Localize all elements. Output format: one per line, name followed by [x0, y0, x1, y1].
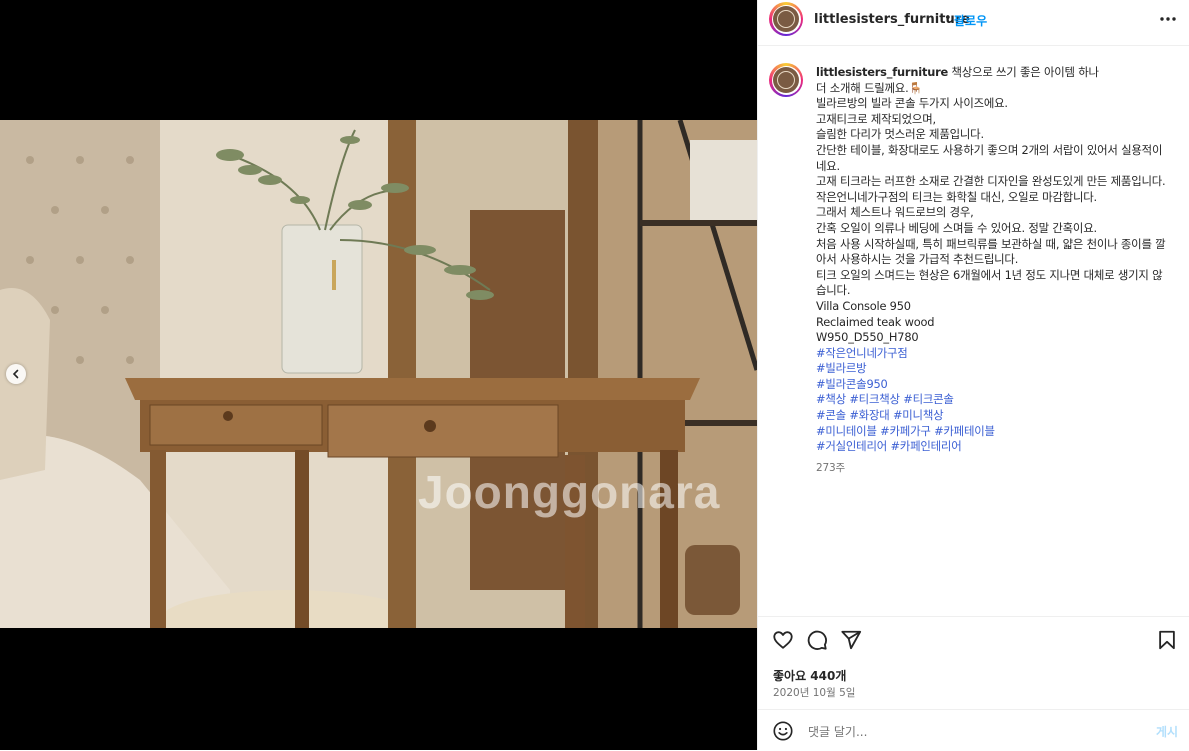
console-table-photo — [0, 120, 757, 628]
caption-line: 빌라르방의 빌라 콘솔 두가지 사이즈에요. — [816, 96, 1008, 111]
hashtag-link[interactable]: #화장대 — [849, 408, 889, 422]
more-horizontal-icon[interactable] — [1158, 12, 1178, 26]
hashtag-link[interactable]: #빌라콘솔950 — [816, 377, 888, 391]
caption-line: 고재티크로 제작되었으며, — [816, 111, 936, 126]
hashtag-link[interactable]: #카페가구 — [880, 424, 931, 438]
hashtag-link[interactable]: #미니책상 — [893, 408, 944, 422]
hashtag-row: #책상 #티크책상 #티크콘솔 — [816, 392, 1168, 408]
watermark-text: Joonggonara — [418, 466, 721, 518]
hashtag-row: #빌라콘솔950 — [816, 377, 1168, 393]
comment-bar: 게시 — [758, 709, 1189, 751]
bookmark-icon[interactable] — [1156, 629, 1178, 651]
likes-count[interactable]: 좋아요 440개 — [773, 667, 846, 684]
hashtag-link[interactable]: #책상 — [816, 392, 846, 406]
post-photo: Joonggonara — [0, 120, 757, 628]
emoji-icon[interactable] — [772, 720, 794, 742]
post-header: littlesisters_furniture • 팔로우 — [758, 0, 1189, 46]
post-media: Joonggonara — [0, 0, 757, 750]
post-actions: 좋아요 440개 2020년 10월 5일 게시 — [758, 616, 1189, 750]
caption-line: 간단한 테이블, 화장대로도 사용하기 좋으며 2개의 서랍이 있어서 실용적이… — [816, 142, 1163, 173]
caption-line: 더 소개해 드릴께요.🪑 — [816, 80, 923, 95]
hashtag-row: #콘솔 #화장대 #미니책상 — [816, 408, 1168, 424]
caption-section: littlesisters_furniture 책상으로 쓰기 좋은 아이템 하… — [758, 46, 1189, 616]
caption-body: 더 소개해 드릴께요.🪑 빌라르방의 빌라 콘솔 두가지 사이즈에요. 고재티크로 … — [816, 81, 1168, 346]
post-caption: littlesisters_furniture 책상으로 쓰기 좋은 아이템 하… — [816, 65, 1168, 476]
send-icon[interactable] — [840, 629, 862, 651]
hashtag-link[interactable]: #티크책상 — [849, 392, 900, 406]
hashtag-link[interactable]: #거실인테리어 — [816, 439, 887, 453]
post-side-panel: littlesisters_furniture • 팔로우 littlesist… — [757, 0, 1189, 750]
caption-line: 처음 사용 시작하실때, 특히 패브릭류를 보관하실 때, 얇은 천이나 종이를… — [816, 236, 1166, 267]
caption-line: 슬림한 다리가 멋스러운 제품입니다. — [816, 127, 984, 142]
caption-line: W950_D550_H780 — [816, 330, 919, 345]
follow-button[interactable]: 팔로우 — [954, 12, 987, 29]
hashtag-link[interactable]: #카페인테리어 — [890, 439, 961, 453]
hashtag-link[interactable]: #작은언니네가구점 — [816, 346, 908, 360]
caption-line: 티크 오일의 스며드는 현상은 6개월에서 1년 정도 지나면 대체로 생기지 … — [816, 267, 1163, 298]
caption-username[interactable]: littlesisters_furniture — [816, 65, 948, 79]
hashtag-link[interactable]: #카페테이블 — [934, 424, 995, 438]
hashtag-link[interactable]: #티크콘솔 — [903, 392, 954, 406]
profile-avatar[interactable] — [769, 2, 803, 36]
hashtag-row: #거실인테리어 #카페인테리어 — [816, 439, 1168, 455]
hashtag-list: #작은언니네가구점 #빌라르방 #빌라콘솔950 #책상 #티크책상 #티크콘솔 #콘솔… — [816, 346, 1168, 455]
separator-dot: • — [944, 11, 952, 26]
chevron-left-icon — [12, 369, 19, 379]
caption-time-ago: 273주 — [816, 461, 845, 474]
hashtag-link[interactable]: #미니테이블 — [816, 424, 877, 438]
comment-icon[interactable] — [806, 629, 828, 651]
heart-icon[interactable] — [772, 629, 794, 651]
caption-avatar[interactable] — [769, 63, 803, 97]
previous-photo-button[interactable] — [6, 364, 26, 384]
caption-line: 작은언니네가구점의 티크는 화학칠 대신, 오일로 마감합니다. — [816, 189, 1097, 204]
caption-line: Reclaimed teak wood — [816, 314, 935, 329]
caption-line: Villa Console 950 — [816, 298, 911, 313]
caption-line: 그래서 체스트나 워드로브의 경우, — [816, 205, 974, 220]
post-comment-button[interactable]: 게시 — [1156, 723, 1178, 740]
comment-input[interactable] — [806, 719, 1130, 745]
hashtag-link[interactable]: #콘솔 — [816, 408, 846, 422]
post-date: 2020년 10월 5일 — [773, 687, 856, 699]
hashtag-row: #작은언니네가구점 — [816, 346, 1168, 362]
hashtag-row: #미니테이블 #카페가구 #카페테이블 — [816, 424, 1168, 440]
hashtag-link[interactable]: #빌라르방 — [816, 361, 867, 375]
caption-first-line: 책상으로 쓰기 좋은 아이템 하나 — [951, 65, 1099, 79]
caption-line: 고재 티크라는 러프한 소재로 간결한 디자인을 완성도있게 만든 제품입니다. — [816, 174, 1166, 189]
hashtag-row: #빌라르방 — [816, 361, 1168, 377]
caption-line: 간혹 오일이 의류나 베딩에 스며들 수 있어요. 정말 간혹이요. — [816, 220, 1097, 235]
